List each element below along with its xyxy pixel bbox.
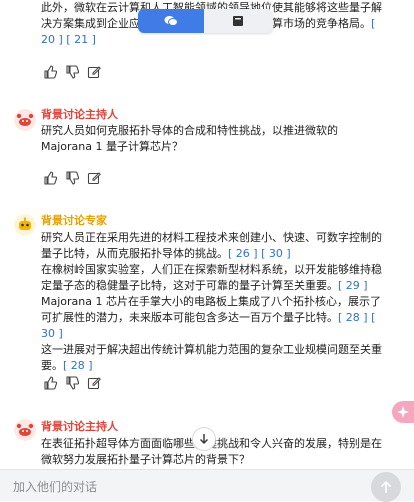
speaker-name: 背景讨论主持人 <box>41 108 118 121</box>
thumbs-down-icon[interactable] <box>65 376 79 390</box>
citation-links[interactable]: [ 29 ] <box>338 279 368 292</box>
chat-bubbles-icon <box>164 16 178 26</box>
message-text: 研究人员正在采用先进的材料工程技术来创建小、快速、可数字控制的量子比特，从而克服… <box>41 231 382 372</box>
book-icon <box>233 16 243 26</box>
edit-icon[interactable] <box>87 171 101 185</box>
robot-icon <box>14 214 36 236</box>
thumbs-up-icon[interactable] <box>43 171 57 185</box>
scroll-down-button[interactable] <box>192 427 216 451</box>
side-panel-tab[interactable] <box>392 401 414 423</box>
speaker-name: 背景讨论主持人 <box>41 420 118 433</box>
chevron-down-icon <box>200 434 208 444</box>
message-actions <box>43 376 123 390</box>
view-toggle[interactable] <box>138 9 273 33</box>
document-view-button[interactable] <box>204 9 273 33</box>
send-button[interactable] <box>371 472 401 502</box>
chat-input-bar: 加入他们的对话 <box>0 469 414 502</box>
thumbs-down-icon[interactable] <box>65 65 79 79</box>
thumbs-down-icon[interactable] <box>65 171 79 185</box>
crab-icon <box>14 109 36 131</box>
chat-view-button[interactable] <box>138 9 204 33</box>
chat-input[interactable]: 加入他们的对话 <box>13 478 97 495</box>
citation-links[interactable]: [ 26 ] [ 30 ] <box>228 247 291 260</box>
thumbs-up-icon[interactable] <box>43 376 57 390</box>
crab-icon <box>14 419 36 441</box>
edit-icon[interactable] <box>87 376 101 390</box>
message-text: 研究人员如何克服拓扑导体的合成和特性挑战，以推进微软的 Majorana 1 量… <box>41 124 338 153</box>
message-actions <box>43 65 123 79</box>
citation-links[interactable]: [ 28 ] <box>63 359 93 372</box>
sparkle-icon <box>397 406 409 418</box>
arrow-up-icon <box>380 480 392 493</box>
edit-icon[interactable] <box>87 65 101 79</box>
speaker-name: 背景讨论专家 <box>41 214 107 227</box>
message-actions <box>43 171 123 185</box>
thumbs-up-icon[interactable] <box>43 65 57 79</box>
